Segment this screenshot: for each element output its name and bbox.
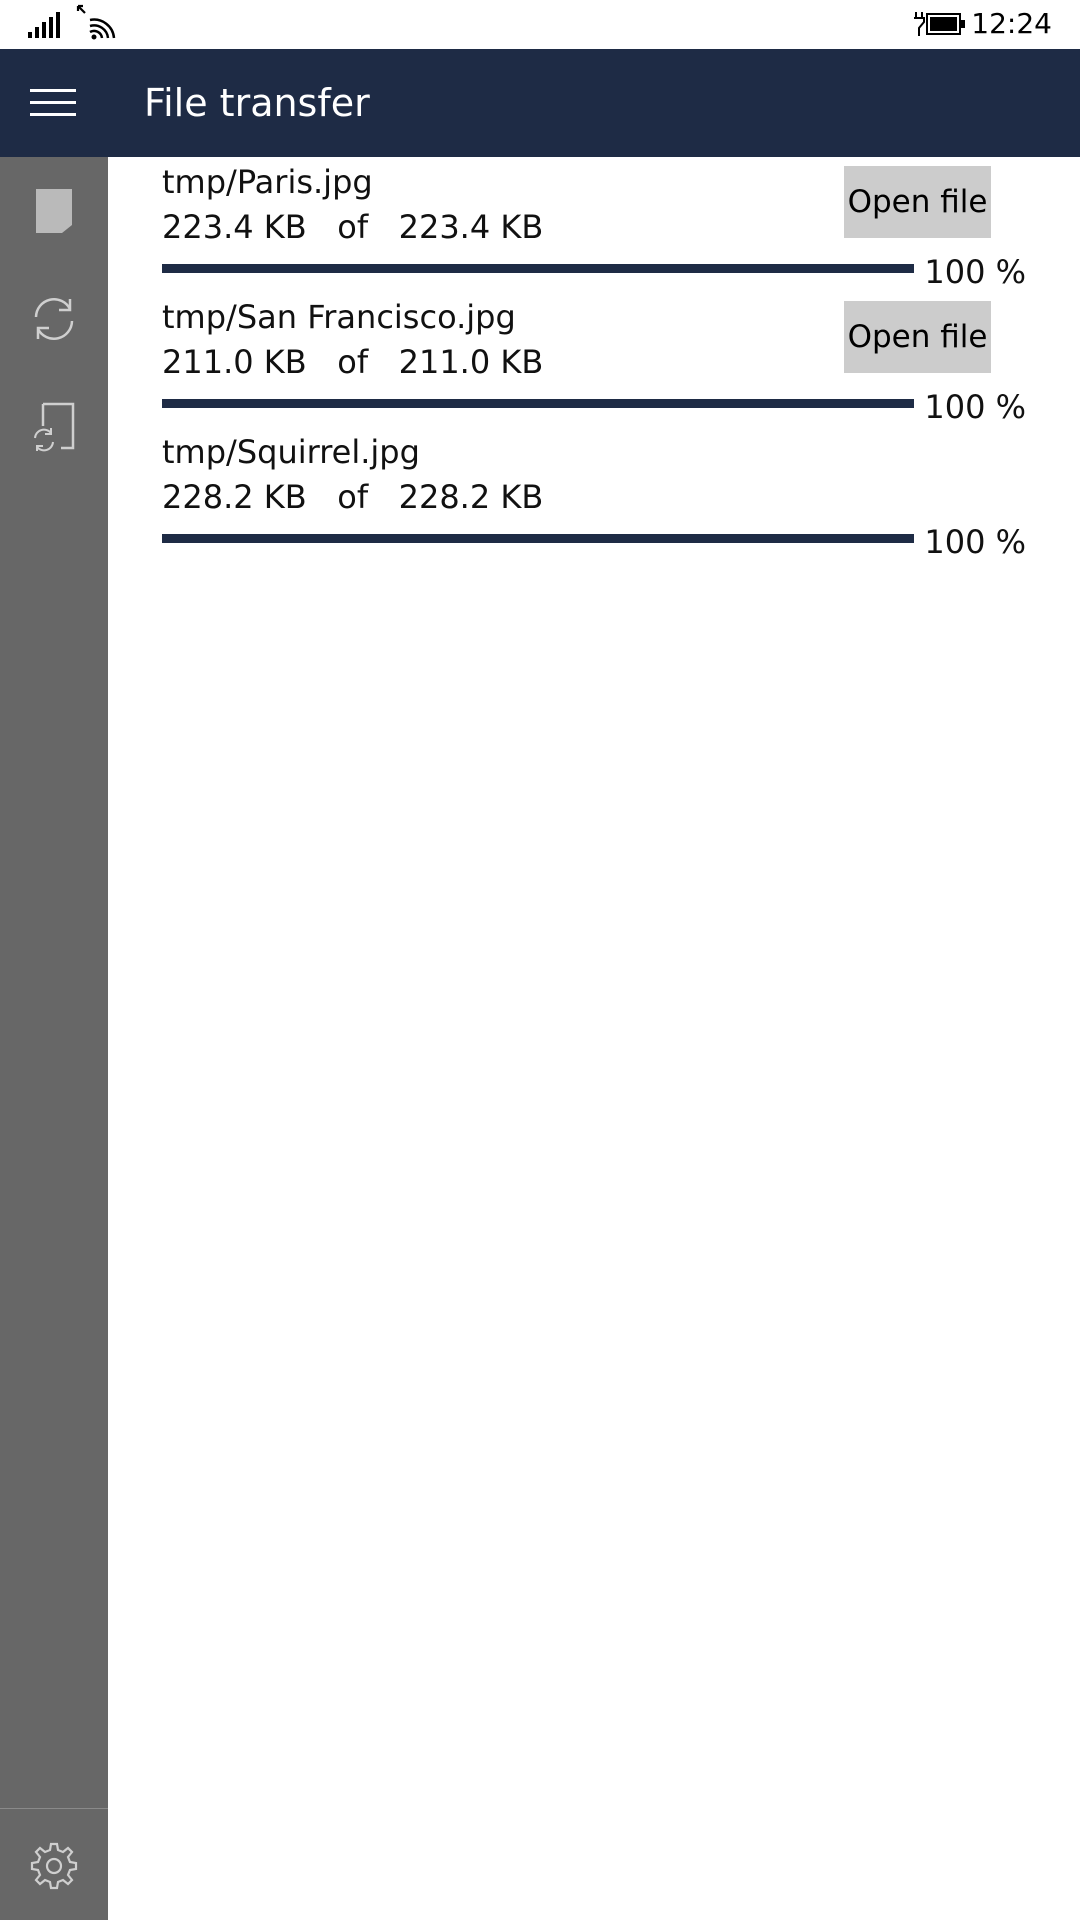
file-name: tmp/Squirrel.jpg: [162, 433, 420, 471]
hamburger-menu-icon[interactable]: [30, 89, 76, 117]
transfer-item: tmp/Paris.jpg 223.4 KB of 223.4 KB Open …: [108, 157, 1080, 292]
total-size: 211.0 KB: [398, 343, 544, 381]
of-label: of: [337, 208, 369, 246]
cellular-signal-icon: [28, 12, 60, 38]
progress-percent: 100 %: [924, 253, 1026, 291]
file-name: tmp/San Francisco.jpg: [162, 298, 516, 336]
wifi-icon: [76, 4, 116, 40]
transfer-size: 211.0 KB of 211.0 KB: [162, 341, 543, 383]
received-size: 223.4 KB: [162, 208, 307, 246]
transfer-size: 223.4 KB of 223.4 KB: [162, 206, 543, 248]
received-size: 211.0 KB: [162, 343, 307, 381]
sidebar-item-file-sync[interactable]: [0, 373, 108, 481]
progress-fill: [162, 264, 914, 273]
app-header: File transfer: [0, 49, 1080, 157]
sidebar-item-sync[interactable]: [0, 265, 108, 373]
app-screen: 12:24 File transfer tmp/Paris.jpg 223.4 …: [0, 0, 1080, 1920]
battery-charging-icon: [914, 12, 965, 36]
file-sync-icon: [34, 402, 75, 452]
clock-time: 12:24: [971, 7, 1052, 40]
progress-bar: [162, 264, 914, 273]
file-name: tmp/Paris.jpg: [162, 163, 373, 201]
progress-bar: [162, 399, 914, 408]
total-size: 228.2 KB: [398, 478, 544, 516]
sidebar: [0, 157, 108, 1920]
page-title: File transfer: [144, 81, 370, 125]
progress-fill: [162, 399, 914, 408]
gear-icon: [30, 1842, 78, 1890]
sidebar-item-files[interactable]: [0, 157, 108, 265]
transfer-item: tmp/Squirrel.jpg 228.2 KB of 228.2 KB 10…: [108, 427, 1080, 562]
of-label: of: [337, 343, 369, 381]
transfer-item: tmp/San Francisco.jpg 211.0 KB of 211.0 …: [108, 292, 1080, 427]
of-label: of: [337, 478, 369, 516]
open-file-button[interactable]: Open file: [844, 301, 991, 373]
sidebar-divider: [0, 1808, 108, 1809]
progress-percent: 100 %: [924, 523, 1026, 561]
progress-bar: [162, 534, 914, 543]
sync-icon: [34, 298, 74, 340]
progress-fill: [162, 534, 914, 543]
received-size: 228.2 KB: [162, 478, 307, 516]
total-size: 223.4 KB: [398, 208, 544, 246]
sidebar-item-settings[interactable]: [0, 1812, 108, 1920]
status-bar: 12:24: [0, 0, 1080, 49]
transfer-size: 228.2 KB of 228.2 KB: [162, 476, 543, 518]
progress-percent: 100 %: [924, 388, 1026, 426]
document-icon: [36, 189, 72, 233]
open-file-button[interactable]: Open file: [844, 166, 991, 238]
